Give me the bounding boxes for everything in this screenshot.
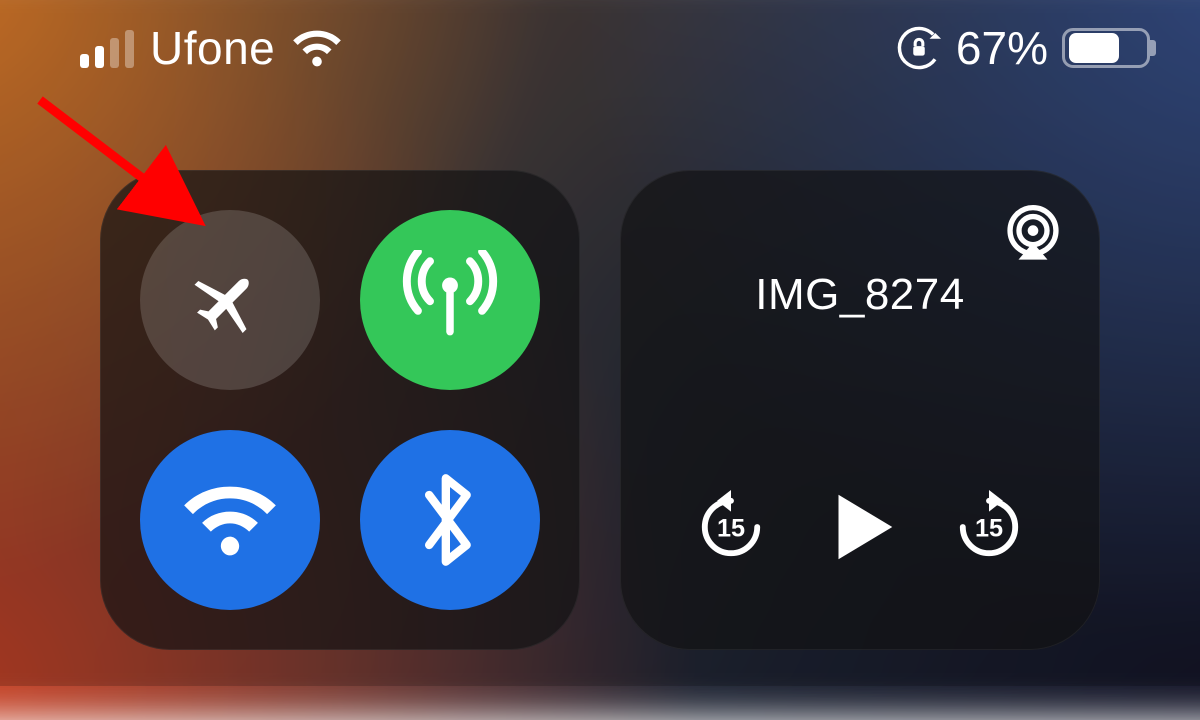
skip-back-seconds-label: 15 <box>717 514 745 542</box>
cellular-data-toggle[interactable] <box>360 210 540 390</box>
battery-percent-label: 67% <box>956 21 1048 75</box>
wifi-icon <box>180 480 280 560</box>
airplane-icon <box>187 257 273 343</box>
skip-forward-button[interactable]: 15 <box>952 490 1026 564</box>
status-bar: Ufone 67% <box>0 0 1200 96</box>
skip-back-15-icon: 15 <box>694 490 768 564</box>
skip-back-button[interactable]: 15 <box>694 490 768 564</box>
carrier-label: Ufone <box>150 21 275 75</box>
media-tile[interactable]: IMG_8274 15 15 <box>620 170 1100 650</box>
wifi-toggle[interactable] <box>140 430 320 610</box>
media-title: IMG_8274 <box>620 270 1100 320</box>
cellular-antenna-icon <box>400 250 500 350</box>
status-right: 67% <box>896 21 1150 75</box>
airplane-mode-toggle[interactable] <box>140 210 320 390</box>
skip-forward-seconds-label: 15 <box>975 514 1003 542</box>
wifi-status-icon <box>291 28 343 68</box>
orientation-lock-icon <box>896 25 942 71</box>
status-left: Ufone <box>80 21 343 75</box>
bluetooth-toggle[interactable] <box>360 430 540 610</box>
play-icon <box>817 484 903 570</box>
skip-forward-15-icon: 15 <box>952 490 1026 564</box>
cellular-signal-icon <box>80 28 134 68</box>
control-center-row: IMG_8274 15 15 <box>100 170 1120 650</box>
airplay-icon <box>1004 204 1062 262</box>
bluetooth-icon <box>418 470 482 570</box>
play-button[interactable] <box>817 484 903 570</box>
connectivity-tile[interactable] <box>100 170 580 650</box>
media-controls: 15 15 <box>620 484 1100 570</box>
airplay-button[interactable] <box>1004 204 1062 262</box>
battery-icon <box>1062 28 1150 68</box>
